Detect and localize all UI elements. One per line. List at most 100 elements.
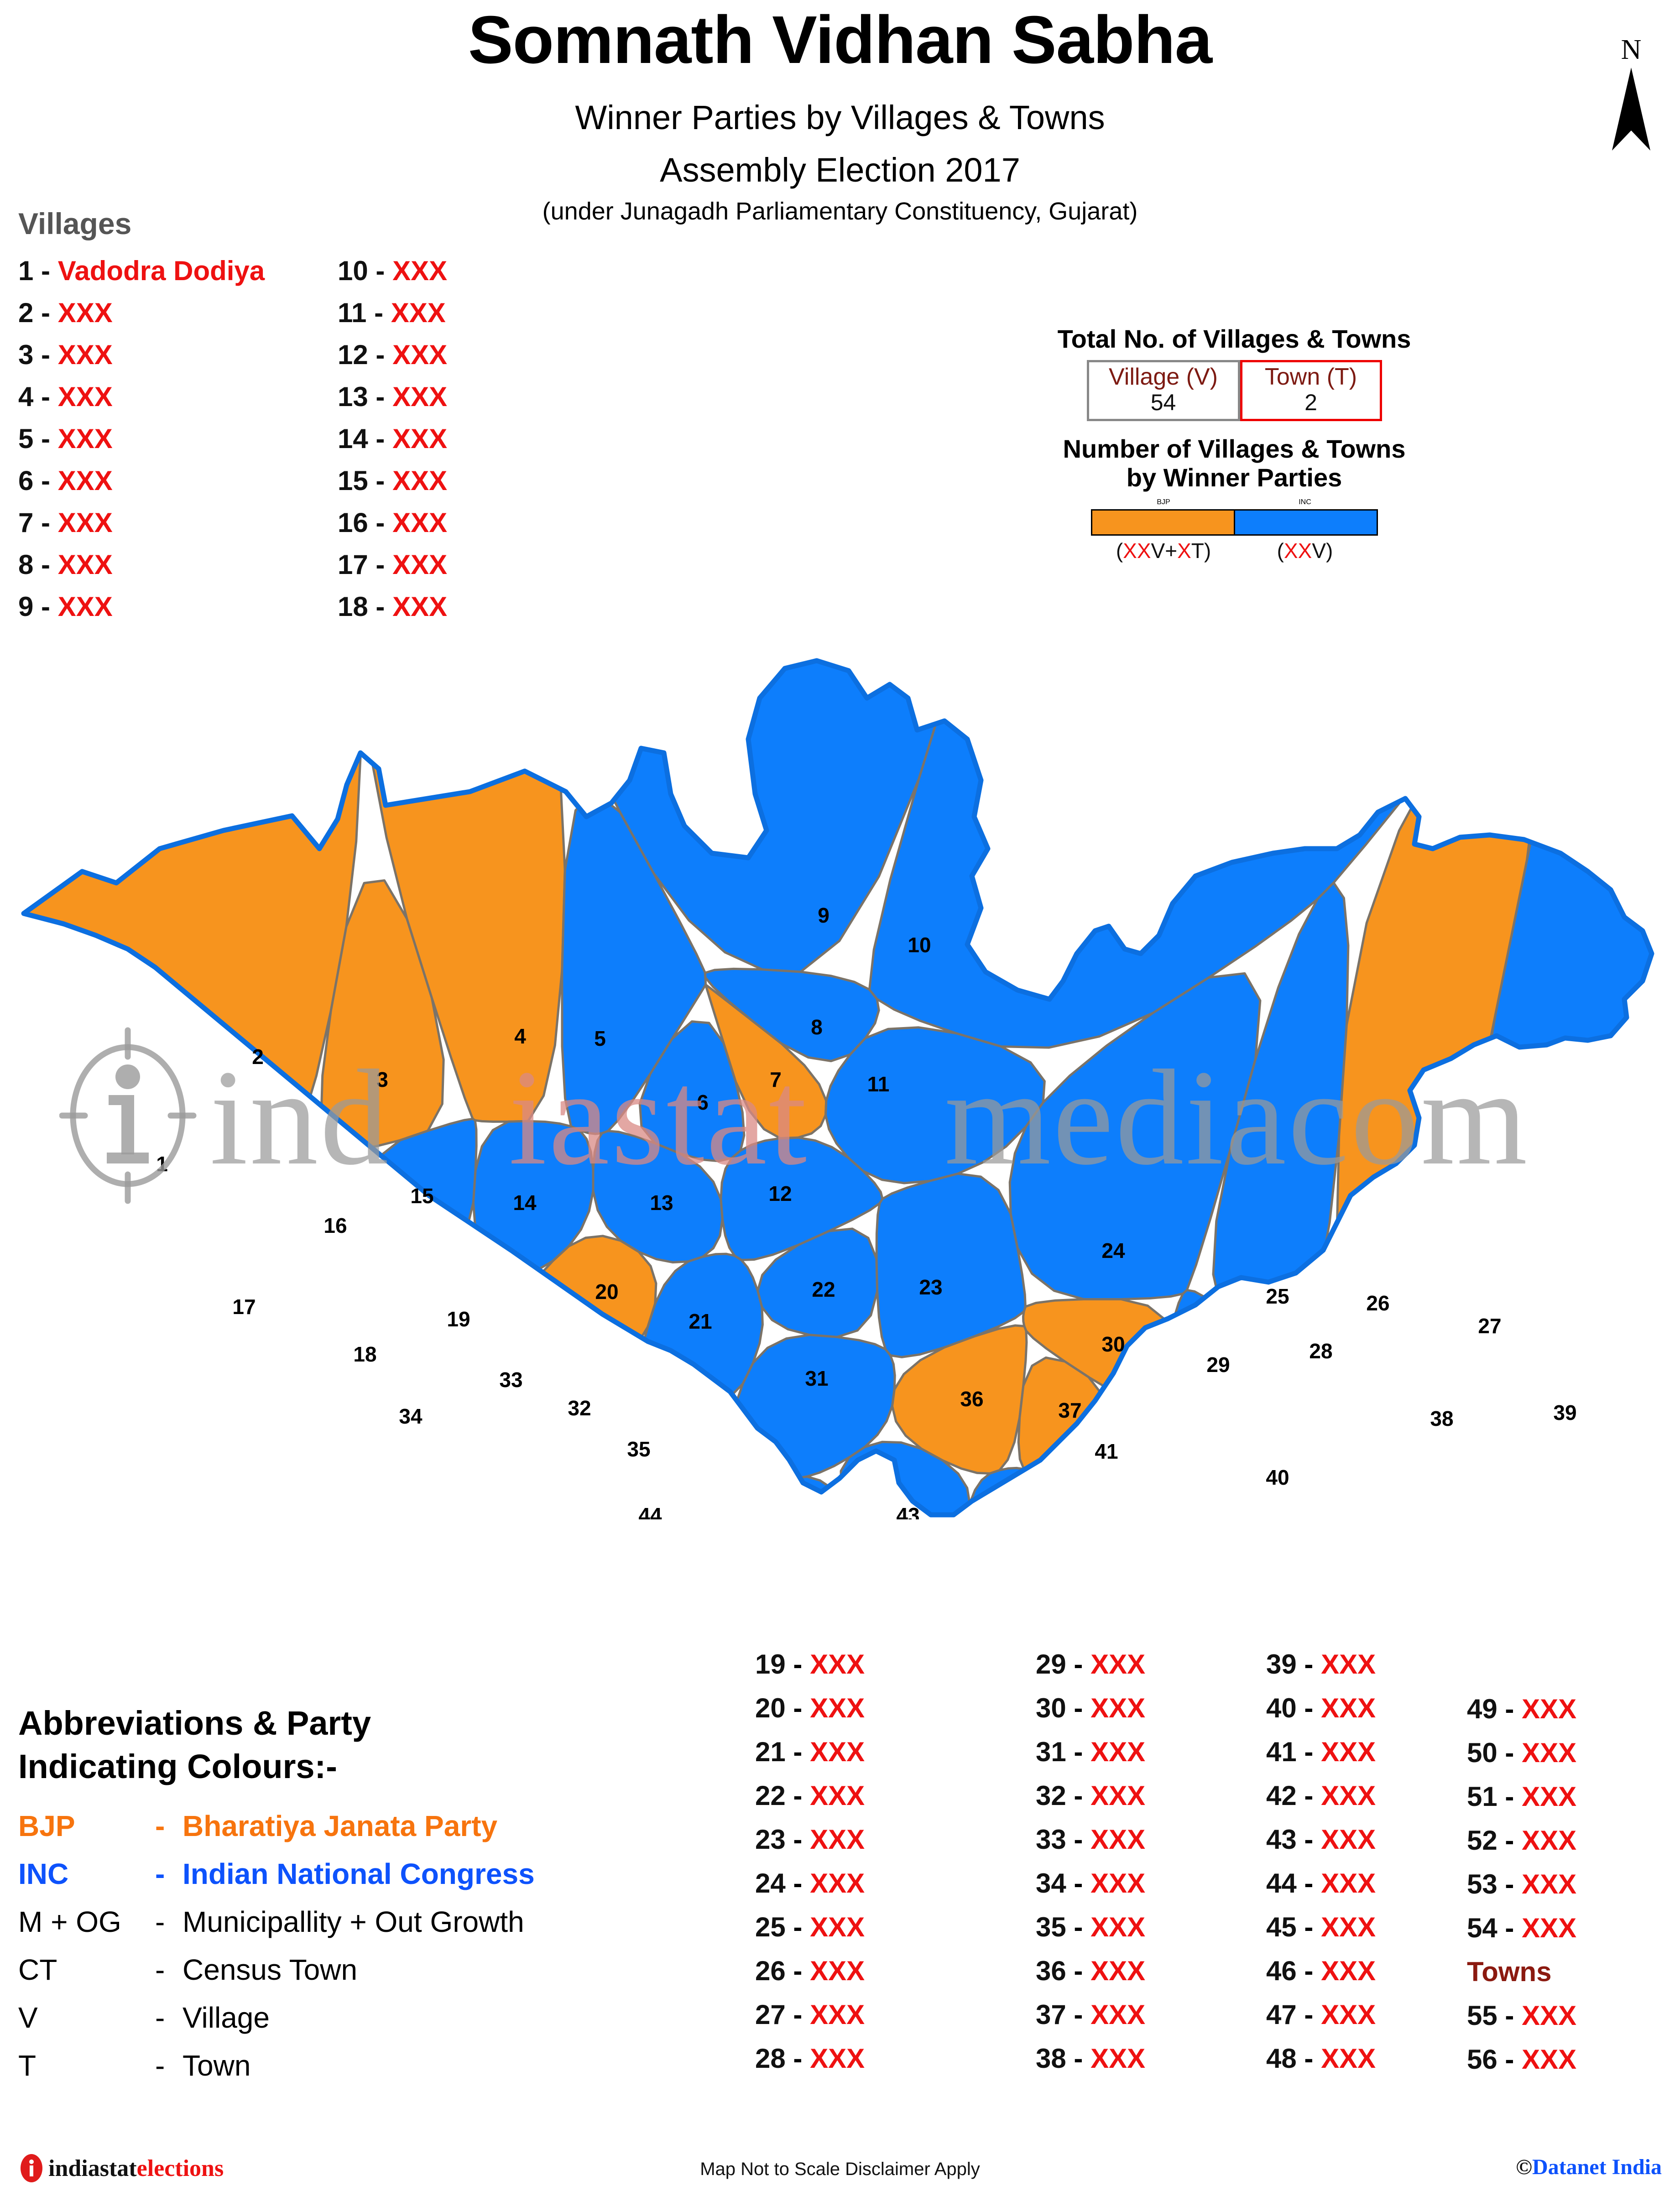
map-region-label-38: 38: [1430, 1407, 1453, 1430]
list-item-number: 36: [1036, 1956, 1066, 1986]
list-item-name: XXX: [392, 423, 448, 454]
map-region-35[interactable]: [584, 1388, 744, 1489]
towns-heading: Towns: [1467, 1956, 1552, 1987]
list-item: 52 - XXX: [1467, 1819, 1576, 1862]
map-region-33[interactable]: [464, 1319, 558, 1475]
map-region-28[interactable]: [1270, 1315, 1379, 1428]
map-region-31[interactable]: [732, 1334, 896, 1480]
map-region-16[interactable]: [248, 1141, 397, 1294]
copyright-symbol: ©: [1516, 2155, 1532, 2179]
list-item-dash: -: [1066, 1737, 1091, 1767]
list-item: 19 - XXX: [755, 1643, 865, 1686]
map-region-label-39: 39: [1553, 1401, 1576, 1424]
map-legend: Total No. of Villages & Towns Village (V…: [992, 324, 1476, 563]
list-item-number: 55: [1467, 2000, 1497, 2031]
map-region-48[interactable]: [1090, 1502, 1209, 1519]
abbreviation-row: M + OG - Municipallity + Out Growth: [18, 1898, 535, 1946]
page-subtitle-constituency: (under Junagadh Parliamentary Constituen…: [542, 198, 1138, 225]
page-subtitle-topic: Winner Parties by Villages & Towns: [575, 99, 1105, 136]
list-item-name: XXX: [57, 465, 113, 496]
list-item-name: XXX: [1090, 1649, 1146, 1680]
list-item-dash: -: [1497, 1869, 1522, 1899]
map-region-11[interactable]: [824, 1026, 1046, 1184]
map-region-34[interactable]: [142, 1367, 477, 1519]
map-region-label-9: 9: [818, 903, 830, 927]
list-item-dash: -: [368, 465, 393, 496]
list-item-name: XXX: [1522, 2000, 1577, 2031]
list-item-dash: -: [1296, 1912, 1321, 1942]
abbreviation-value: Village: [183, 2001, 270, 2034]
village-count-box: Village (V) 54: [1086, 360, 1240, 421]
list-item: 8 - XXX: [18, 544, 265, 586]
list-item-name: XXX: [1522, 1825, 1577, 1856]
north-arrow-icon: [1612, 68, 1650, 151]
town-count-value: 2: [1304, 389, 1317, 415]
map-region-label-15: 15: [410, 1184, 433, 1208]
map-region-39[interactable]: [1504, 1176, 1680, 1519]
list-item-dash: -: [368, 507, 393, 538]
list-item-name: XXX: [810, 2043, 865, 2074]
list-item-name: XXX: [810, 1693, 865, 1723]
list-item: 6 - XXX: [18, 460, 265, 502]
list-item: 18 - XXX: [338, 586, 447, 628]
list-item: 38 - XXX: [1036, 2037, 1145, 2081]
villages-column-b: 10 - XXX 11 - XXX 12 - XXX 13 - XXX 14 - XXX…: [338, 250, 447, 628]
list-item-number: 24: [755, 1868, 786, 1899]
list-item-dash: -: [1296, 1956, 1321, 1986]
legend-parties-title: Number of Villages & Towns by Winner Par…: [992, 434, 1476, 492]
list-item-name: XXX: [392, 339, 448, 370]
list-item-number: 31: [1036, 1737, 1066, 1767]
list-item: 42 - XXX: [1266, 1774, 1376, 1818]
list-item-name: XXX: [1321, 1649, 1376, 1680]
list-item: 4 - XXX: [18, 376, 265, 418]
abbreviation-key: V: [18, 2001, 38, 2034]
list-item-number: 48: [1266, 2043, 1297, 2074]
list-item-number: 20: [755, 1693, 786, 1723]
list-item-dash: -: [1296, 1693, 1321, 1723]
abbreviation-value: Census Town: [183, 1953, 358, 1986]
page-title: Somnath Vidhan Sabha: [468, 2, 1212, 78]
copyright-notice: ©Datanet India: [1516, 2154, 1662, 2180]
abbreviations-heading: Abbreviations & Party Indicating Colours…: [18, 1702, 371, 1788]
list-item-dash: -: [33, 256, 58, 286]
map-region-38[interactable]: [1356, 1359, 1508, 1519]
list-item-number: 39: [1266, 1649, 1297, 1680]
list-item-dash: -: [33, 591, 58, 622]
legend-parties-title-line2: by Winner Parties: [1126, 463, 1342, 492]
map-region-17[interactable]: [0, 1244, 300, 1519]
map-region-18[interactable]: [265, 1287, 411, 1460]
map-regions-layer: [0, 661, 1680, 1519]
list-item-dash: -: [1497, 1781, 1522, 1812]
list-item: 41 - XXX: [1266, 1730, 1376, 1774]
abbreviation-key: M + OG: [18, 1905, 121, 1938]
list-item: 11 - XXX: [338, 292, 447, 334]
list-item-number: 17: [338, 549, 368, 580]
map-region-label-3: 3: [376, 1068, 388, 1091]
map-region-label-14: 14: [513, 1191, 537, 1215]
list-item-dash: -: [368, 256, 393, 286]
list-item-name: XXX: [1321, 1737, 1376, 1767]
list-item-name: XXX: [1522, 2044, 1577, 2075]
list-item-number: 28: [755, 2043, 786, 2074]
list-item-dash: -: [1497, 1913, 1522, 1943]
map-region-label-35: 35: [627, 1437, 650, 1461]
list-item-number: 53: [1467, 1869, 1497, 1899]
list-item: 17 - XXX: [338, 544, 447, 586]
list-item-dash: -: [1066, 1824, 1091, 1855]
map-region-label-6: 6: [697, 1090, 709, 1114]
list-item: 1 - Vadodra Dodiya: [18, 250, 265, 292]
list-item-dash: -: [785, 1780, 810, 1811]
map-region-56[interactable]: [360, 1469, 622, 1519]
list-item-dash: -: [33, 297, 58, 328]
list-item-number: 52: [1467, 1825, 1497, 1856]
list-item-number: 10: [338, 256, 368, 286]
list-item: 29 - XXX: [1036, 1643, 1145, 1686]
map-region-label-33: 33: [499, 1368, 522, 1392]
list-item-name: XXX: [1090, 1912, 1146, 1942]
map-region-50[interactable]: [1317, 1473, 1575, 1519]
map-region-label-26: 26: [1366, 1291, 1389, 1315]
list-item: 5 - XXX: [18, 418, 265, 460]
list-item-number: 46: [1266, 1956, 1297, 1986]
map-region-label-28: 28: [1309, 1339, 1332, 1363]
totals-boxes: Village (V) 54 Town (T) 2: [992, 360, 1476, 421]
